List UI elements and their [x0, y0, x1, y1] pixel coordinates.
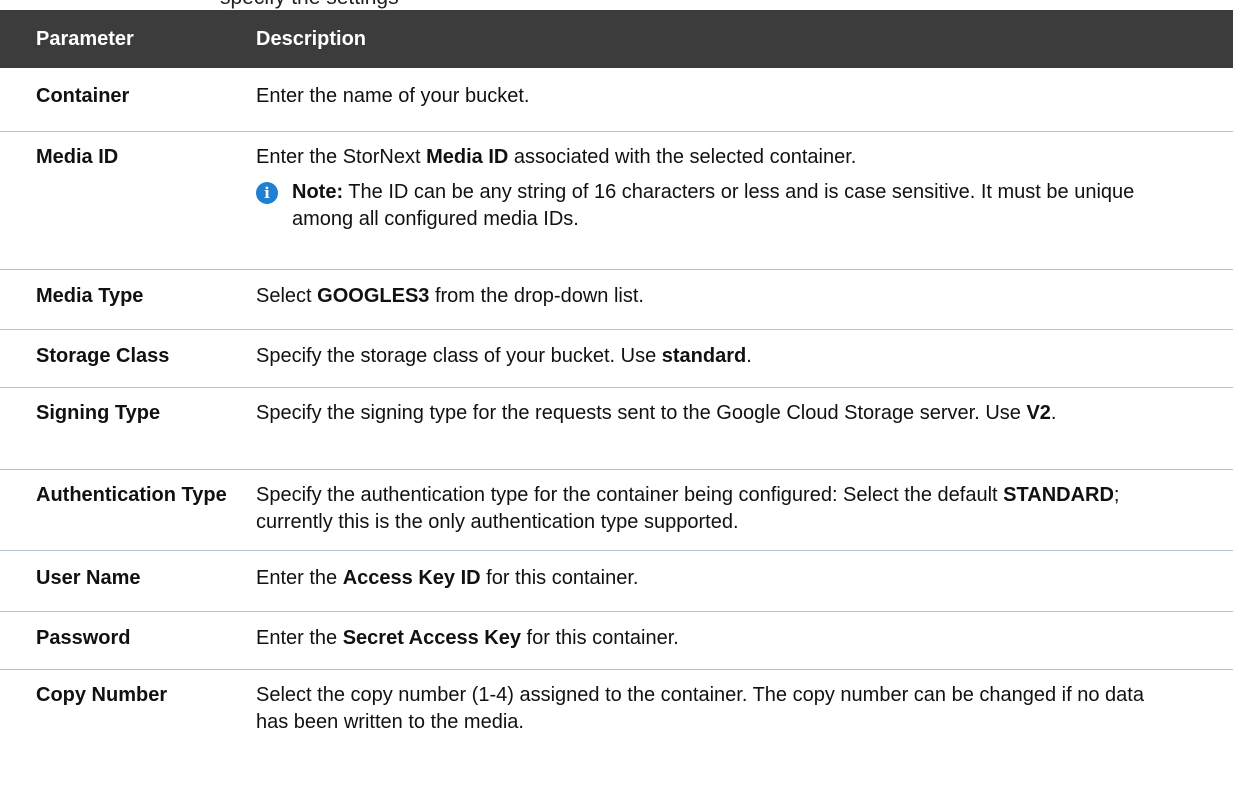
table-row: Storage Class Specify the storage class … [0, 329, 1233, 387]
column-header-parameter: Parameter [36, 27, 134, 50]
parameter-name: Authentication Type [36, 483, 227, 506]
table-row: User Name Enter the Access Key ID for th… [0, 550, 1233, 611]
parameters-table: Parameter Description Container Enter th… [0, 10, 1233, 755]
note-callout: i Note: The ID can be any string of 16 c… [256, 179, 1173, 233]
parameter-description: Select the copy number (1-4) assigned to… [256, 683, 1144, 733]
parameter-description: Specify the authentication type for the … [256, 483, 1120, 533]
note-label: Note: [292, 180, 344, 203]
parameter-description: Enter the Access Key ID for this contain… [256, 566, 639, 589]
parameter-name: Signing Type [36, 401, 161, 424]
parameter-description: Specify the storage class of your bucket… [256, 344, 752, 367]
table-row: Media Type Select GOOGLES3 from the drop… [0, 269, 1233, 329]
intro-text-clipped: specify the settings [220, 0, 399, 10]
table-row: Media ID Enter the StorNext Media ID ass… [0, 131, 1233, 269]
table-row: Signing Type Specify the signing type fo… [0, 387, 1233, 469]
column-header-description: Description [256, 27, 367, 50]
parameter-description: Specify the signing type for the request… [256, 401, 1057, 424]
parameter-name: Container [36, 85, 130, 107]
info-icon: i [256, 181, 278, 204]
parameter-name: Storage Class [36, 344, 170, 367]
note-text: The ID can be any string of 16 character… [292, 180, 1135, 230]
parameter-description: Enter the Secret Access Key for this con… [256, 626, 679, 649]
table-row: Copy Number Select the copy number (1-4)… [0, 669, 1233, 755]
parameter-name: Media ID [36, 145, 119, 168]
parameter-name: User Name [36, 566, 141, 589]
parameter-description: Enter the StorNext Media ID associated w… [240, 131, 1233, 269]
parameter-name: Media Type [36, 284, 144, 307]
table-row: Authentication Type Specify the authenti… [0, 469, 1233, 550]
table-row: Container Enter the name of your bucket. [0, 68, 1233, 131]
table-header-row: Parameter Description [0, 10, 1233, 68]
parameter-name: Password [36, 626, 131, 649]
parameter-description: Enter the name of your bucket. [256, 85, 530, 107]
parameter-name: Copy Number [36, 683, 168, 706]
parameter-description: Select GOOGLES3 from the drop-down list. [256, 284, 644, 307]
table-row: Password Enter the Secret Access Key for… [0, 611, 1233, 669]
